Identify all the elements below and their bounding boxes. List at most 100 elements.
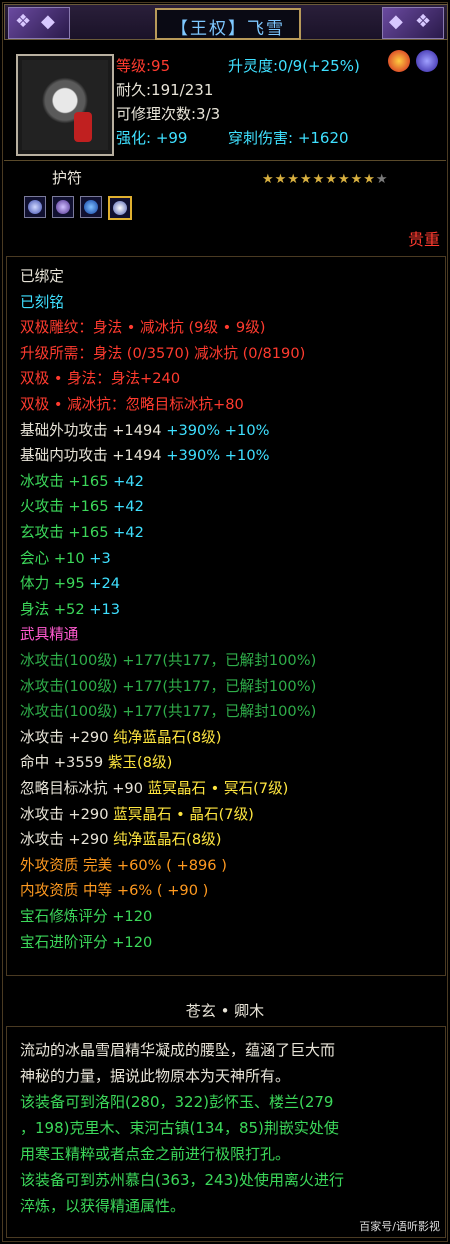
stat-bonus: +42 (113, 524, 144, 541)
stat-line: 身法 +52 +13 (20, 598, 120, 619)
star-icon: ★ (363, 172, 376, 187)
stat-line: 外攻资质 完美 +60% ( +896 ) (20, 856, 227, 874)
description-line: 该装备可到洛阳(280，322)彭怀玉、楼兰(279 (20, 1093, 334, 1111)
stat-base: 忽略目标冰抗 +90 (20, 780, 148, 797)
watermark: 百家号/语听影视 (359, 1220, 440, 1233)
item-level: 等级:95 (116, 57, 171, 75)
amulet-label: 护符 (52, 169, 83, 187)
star-icon: ★ (337, 172, 351, 187)
stat-base: 基础外功攻击 +1494 (20, 421, 167, 439)
stat-line: 冰攻击(100级) +177(共177，已解封100%) (20, 703, 317, 721)
white-gem-icon (113, 201, 127, 215)
stat-line: 内攻资质 中等 +6% ( +90 ) (20, 882, 209, 900)
stat-line: 冰攻击 +165 +42 (20, 470, 144, 491)
stat-line: 双极雕纹：身法 • 减冰抗 (9级 • 9级) (20, 319, 266, 337)
stat-line: 升级所需：身法 (0/3570) 减冰抗 (0/8190) (20, 344, 306, 362)
stat-line: 命中 +3559 紫玉(8级) (20, 751, 172, 772)
ornament-right-icon: ◆ ❖ (382, 7, 444, 39)
description-line: ，198)克里木、束河古镇(134，85)荆嵌实处使 (20, 1119, 339, 1137)
stat-bonus: 蓝冥晶石 • 晶石(7级) (113, 805, 254, 823)
stat-bonus: +24 (89, 575, 121, 593)
stat-bonus: 纯净蓝晶石(8级) (113, 728, 222, 746)
stat-base: 冰攻击 +165 (20, 472, 114, 490)
item-repairs: 可修理次数:3/3 (116, 105, 221, 123)
stat-base: 冰攻击 +290 (20, 831, 114, 849)
star-icon: ★ (325, 172, 338, 187)
set-name: 苍玄 • 卿木 (185, 1002, 265, 1020)
star-icon: ★ (312, 172, 326, 187)
title-bar: ❖ ◆ ◆ ❖ 【王权】飞雪 (4, 4, 448, 40)
stat-line: 火攻击 +165 +42 (20, 495, 144, 516)
stat-line: 冰攻击 +290 纯净蓝晶石(8级) (20, 828, 221, 849)
stat-bonus: 蓝冥晶石 • 冥石(7级) (147, 780, 289, 797)
stat-line: 基础外功攻击 +1494 +390% +10% (20, 419, 269, 440)
description-line: 该装备可到苏州慕白(363，243)处使用离火进行 (20, 1171, 344, 1189)
stat-line: 会心 +10 +3 (20, 547, 111, 568)
stat-line: 玄攻击 +165 +42 (20, 521, 144, 542)
stat-line: 双极 • 身法：身法+240 (20, 370, 181, 388)
item-durability: 耐久:191/231 (116, 81, 214, 99)
description-line: 神秘的力量，据说此物原本为天神所有。 (20, 1067, 291, 1085)
title-frame: 【王权】飞雪 (155, 8, 301, 40)
item-pierce: 穿刺伤害: +1620 (228, 129, 349, 147)
fire-gem-icon (388, 50, 410, 72)
star-icon: ★ (262, 172, 275, 187)
precious-tag: 贵重 (407, 230, 440, 249)
item-enhance: 强化: +99 (116, 129, 188, 147)
stat-base: 冰攻击 +290 (20, 805, 114, 823)
purple-gem-icon (416, 50, 438, 72)
item-title: 【王权】飞雪 (171, 19, 285, 39)
stat-line: 忽略目标冰抗 +90 蓝冥晶石 • 冥石(7级) (20, 777, 288, 798)
star-icon: ★ (350, 172, 364, 187)
stat-line: 冰攻击(100级) +177(共177，已解封100%) (20, 677, 317, 695)
stat-bonus: +42 (113, 498, 144, 516)
stat-bonus: +42 (113, 472, 144, 490)
stat-line: 宝石修炼评分 +120 (20, 908, 153, 925)
description-line: 用寒玉精粹或者点金之前进行极限打孔。 (20, 1145, 291, 1163)
stat-line: 冰攻击 +290 纯净蓝晶石(8级) (20, 726, 221, 747)
stat-base: 基础内功攻击 +1494 (20, 447, 167, 465)
amulet-slot-3[interactable] (80, 196, 102, 218)
stat-line: 已绑定 (20, 268, 64, 285)
stat-line: 冰攻击(100级) +177(共177，已解封100%) (20, 652, 317, 669)
stat-base: 命中 +3559 (20, 754, 108, 772)
stat-base: 身法 +52 (20, 600, 90, 618)
stat-base: 会心 +10 (20, 549, 90, 567)
stat-line: 双极 • 减冰抗：忽略目标冰抗+80 (20, 396, 244, 413)
stats-panel: 已绑定已刻铭双极雕纹：身法 • 减冰抗 (9级 • 9级) 升级所需：身法 (0/… (6, 256, 446, 976)
stat-base: 火攻击 +165 (20, 498, 114, 516)
star-rating: ★★★★★★★★★★ (262, 172, 389, 187)
star-icon: ★ (274, 172, 288, 187)
stat-bonus: +390% +10% (166, 447, 270, 465)
stat-line: 已刻铭 (20, 293, 64, 311)
star-icon: ★ (299, 172, 313, 187)
stat-line: 体力 +95 +24 (20, 572, 120, 593)
description-line: 淬炼，以获得精通属性。 (20, 1197, 186, 1215)
stat-bonus: +13 (89, 600, 121, 618)
description-line: 流动的冰晶雪眉精华凝成的腰坠，蕴涵了巨大而 (20, 1041, 336, 1059)
stat-bonus: 紫玉(8级) (107, 754, 173, 772)
stat-line: 宝石进阶评分 +120 (20, 933, 153, 951)
blue-gem-icon (84, 200, 98, 214)
item-spirit: 升灵度:0/9(+25%) (228, 57, 360, 75)
description-panel: 流动的冰晶雪眉精华凝成的腰坠，蕴涵了巨大而 神秘的力量，据说此物原本为天神所有。该… (6, 1026, 446, 1238)
stat-bonus: +3 (89, 549, 111, 567)
ornament-left-icon: ❖ ◆ (8, 7, 70, 39)
amulet-slot-2[interactable] (52, 196, 74, 218)
stat-line: 基础内功攻击 +1494 +390% +10% (20, 444, 269, 465)
blue-gem-icon (28, 200, 42, 214)
buff-icons (388, 50, 444, 74)
star-icon: ★ (287, 172, 300, 187)
stat-bonus: +390% +10% (166, 421, 270, 439)
stat-bonus: 纯净蓝晶石(8级) (113, 831, 222, 849)
stat-line: 冰攻击 +290 蓝冥晶石 • 晶石(7级) (20, 803, 254, 824)
purple-gem-icon (56, 200, 70, 214)
stat-base: 体力 +95 (20, 575, 90, 593)
portrait-image (22, 60, 108, 150)
item-portrait (16, 54, 114, 156)
star-icon: ★ (375, 172, 389, 187)
stat-base: 玄攻击 +165 (20, 524, 114, 541)
divider-top (4, 160, 446, 161)
amulet-slot-4[interactable] (108, 196, 132, 220)
amulet-slot-1[interactable] (24, 196, 46, 218)
